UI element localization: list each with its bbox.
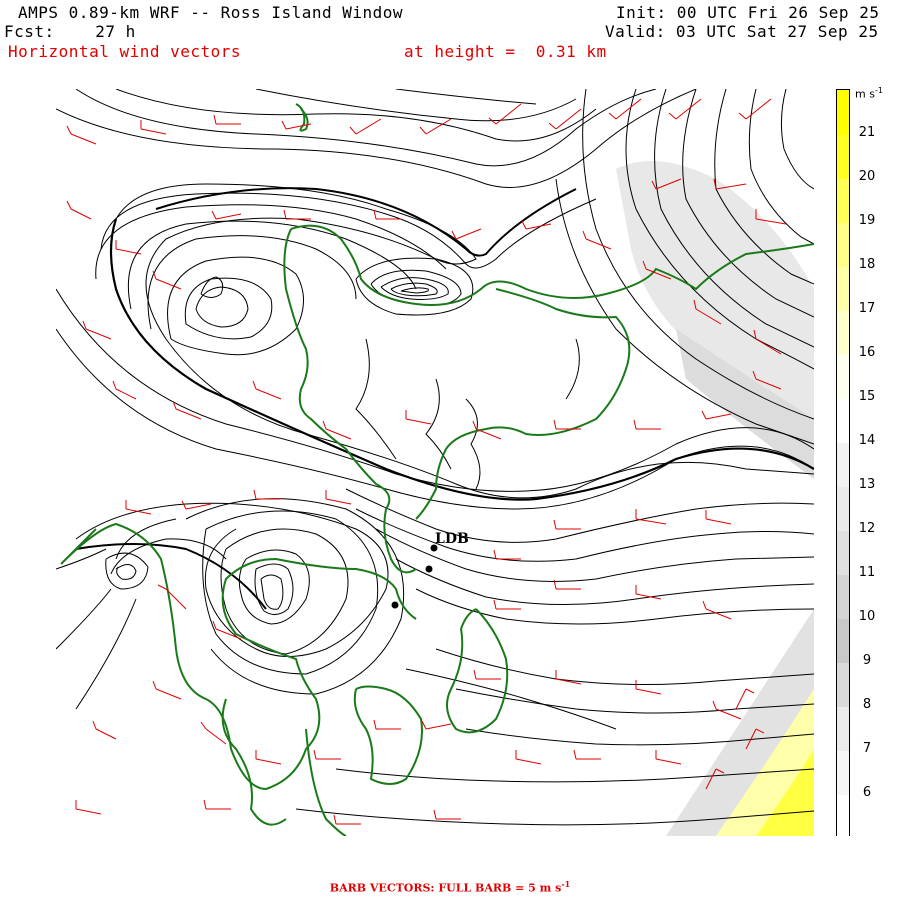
colorbar-band bbox=[837, 487, 849, 531]
colorbar-band bbox=[837, 399, 849, 443]
colorbar-band bbox=[837, 267, 849, 311]
colorbar-band bbox=[837, 531, 849, 575]
forecast-label: Fcst: 27 h bbox=[4, 23, 136, 41]
field-label: Horizontal wind vectors bbox=[8, 42, 242, 61]
station-marker[interactable] bbox=[425, 565, 433, 573]
colorbar-tick-label: 9 bbox=[862, 653, 872, 668]
colorbar-tick-label: 19 bbox=[858, 213, 876, 228]
map-canvas bbox=[56, 89, 814, 836]
station-marker[interactable] bbox=[391, 601, 399, 609]
colorbar-tick-label: 6 bbox=[862, 785, 872, 800]
colorbar-tick-label: 7 bbox=[862, 741, 872, 756]
unit-exponent: -1 bbox=[874, 86, 883, 95]
colorbar-band bbox=[837, 751, 849, 795]
colorbar-band bbox=[837, 355, 849, 399]
colorbar-tick-label: 8 bbox=[862, 697, 872, 712]
height-text: at height = bbox=[404, 42, 516, 61]
fcst-value: 27 h bbox=[95, 22, 136, 41]
colorbar-tick-label: 13 bbox=[858, 477, 876, 492]
colorbar-band bbox=[837, 135, 849, 179]
colorbar-tick-label: 20 bbox=[858, 169, 876, 184]
footer-exponent: -1 bbox=[561, 879, 571, 889]
wind-map: LDB bbox=[56, 89, 814, 836]
colorbar-tick-label: 21 bbox=[858, 125, 876, 140]
colorbar-band bbox=[837, 311, 849, 355]
footer-text: BARB VECTORS: FULL BARB = 5 m s bbox=[329, 881, 562, 895]
colorbar-band bbox=[837, 707, 849, 751]
footer-note: BARB VECTORS: FULL BARB = 5 m s-1 bbox=[0, 879, 900, 895]
colorbar-band bbox=[837, 179, 849, 223]
colorbar-tick-label: 12 bbox=[858, 521, 876, 536]
fcst-label: Fcst: bbox=[4, 22, 55, 41]
colorbar-band bbox=[837, 223, 849, 267]
colorbar-band bbox=[837, 795, 849, 837]
colorbar-band bbox=[837, 663, 849, 707]
colorbar-band bbox=[837, 619, 849, 663]
station-ldb-label: LDB bbox=[435, 531, 469, 547]
colorbar-tick-label: 11 bbox=[858, 565, 876, 580]
unit-text: m s bbox=[855, 87, 875, 101]
colorbar-tick-label: 16 bbox=[858, 345, 876, 360]
colorbar-tick-label: 10 bbox=[858, 609, 876, 624]
chart-title: AMPS 0.89-km WRF -- Ross Island Window bbox=[18, 3, 404, 22]
init-time: Init: 00 UTC Fri 26 Sep 25 bbox=[616, 3, 880, 22]
height-label: at height = 0.31 km bbox=[404, 43, 607, 61]
valid-time: Valid: 03 UTC Sat 27 Sep 25 bbox=[605, 22, 879, 41]
colorbar-tick-label: 17 bbox=[858, 301, 876, 316]
colorbar-band bbox=[837, 90, 849, 135]
colorbar-unit: m s-1 bbox=[855, 86, 883, 101]
colorbar-tick-label: 15 bbox=[858, 389, 876, 404]
colorbar-band bbox=[837, 443, 849, 487]
colorbar bbox=[836, 89, 850, 837]
colorbar-tick-label: 14 bbox=[858, 433, 876, 448]
height-value: 0.31 km bbox=[535, 42, 607, 61]
colorbar-tick-label: 18 bbox=[858, 257, 876, 272]
colorbar-band bbox=[837, 575, 849, 619]
